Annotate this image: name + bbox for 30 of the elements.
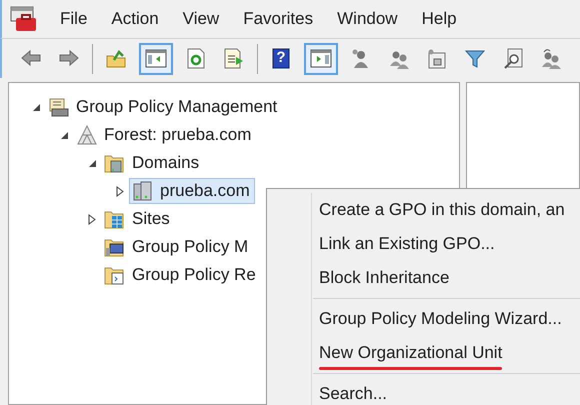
- context-menu-item[interactable]: Search...: [267, 377, 580, 405]
- forest-triangle-icon: [76, 124, 98, 146]
- expand-triangle-icon[interactable]: [116, 186, 124, 196]
- pane-toggle-icon[interactable]: [304, 42, 338, 74]
- collapse-triangle-icon[interactable]: [88, 158, 96, 168]
- menu-item[interactable]: File: [48, 6, 100, 32]
- tree-item[interactable]: Domains: [101, 150, 204, 176]
- collapse-triangle-icon[interactable]: [60, 130, 68, 140]
- collapse-triangle-icon[interactable]: [32, 102, 40, 112]
- tree-item[interactable]: Group Policy M: [101, 234, 254, 260]
- console-icon: [48, 96, 70, 118]
- menu-item[interactable]: Window: [325, 6, 410, 32]
- context-menu-item[interactable]: Group Policy Modeling Wizard...: [267, 302, 580, 336]
- menu-item[interactable]: Favorites: [231, 6, 326, 32]
- pane-toggle-icon[interactable]: [139, 42, 173, 74]
- context-menu-item[interactable]: Block Inheritance: [267, 261, 580, 295]
- tree-item[interactable]: prueba.com: [129, 178, 255, 204]
- app-icon: [10, 6, 38, 32]
- context-menu-item[interactable]: New Organizational Unit: [267, 336, 580, 370]
- menu-item[interactable]: Help: [410, 6, 469, 32]
- servers-icon: [132, 180, 154, 202]
- tree-item[interactable]: Sites: [101, 206, 175, 232]
- tree-item[interactable]: Group Policy Management: [45, 94, 282, 120]
- expand-triangle-icon[interactable]: [88, 214, 96, 224]
- menu-item[interactable]: Action: [99, 6, 171, 32]
- context-menu-item[interactable]: Create a GPO in this domain, an: [267, 193, 580, 227]
- tree-item[interactable]: Group Policy Re: [101, 262, 261, 288]
- tree-item[interactable]: Forest: prueba.com: [73, 122, 256, 148]
- menu-item[interactable]: View: [170, 6, 232, 32]
- context-menu-item[interactable]: Link an Existing GPO...: [267, 227, 580, 261]
